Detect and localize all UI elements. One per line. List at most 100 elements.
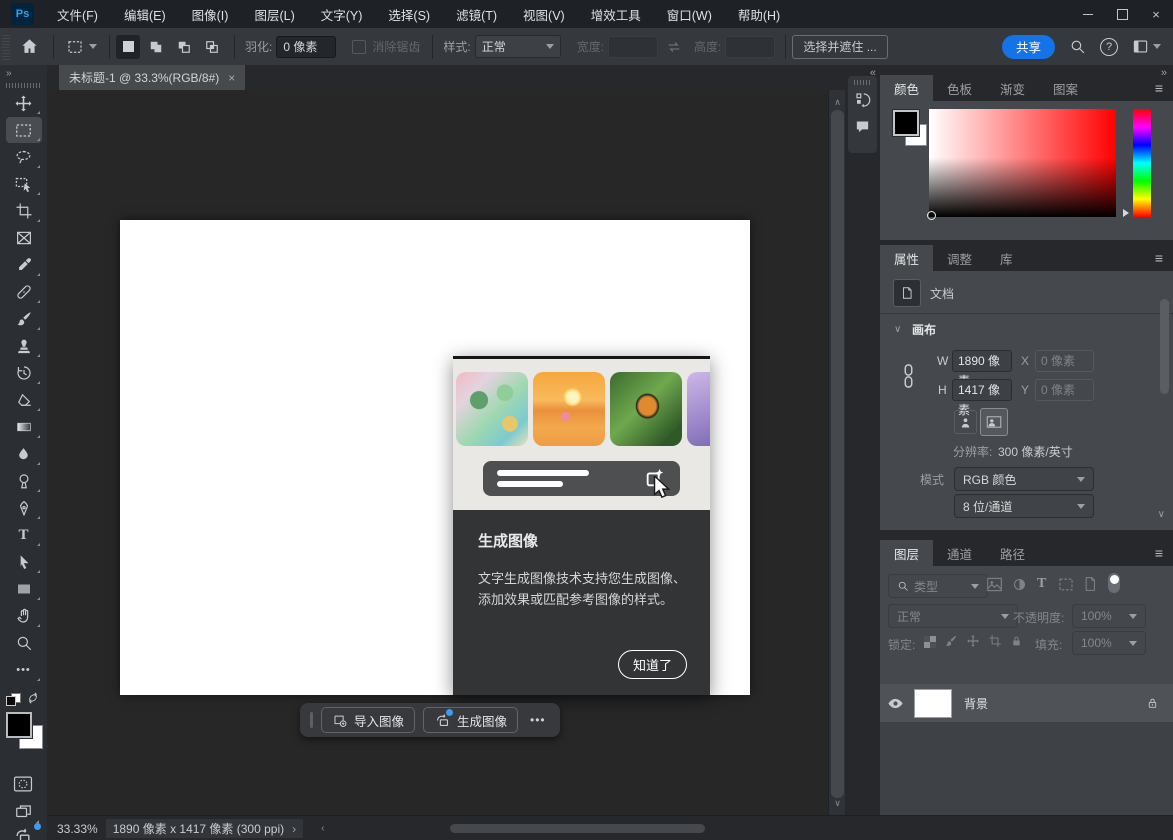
lock-all-icon[interactable]	[1010, 634, 1023, 648]
generate-image-button[interactable]: 生成图像	[423, 707, 518, 733]
lock-artboard-icon[interactable]	[988, 634, 1002, 648]
vertical-scrollbar[interactable]: ∧ ∨	[828, 90, 846, 815]
tab-properties[interactable]: 属性	[880, 245, 933, 271]
search-icon[interactable]	[1069, 38, 1086, 55]
foreground-color-swatch[interactable]	[6, 712, 32, 738]
tab-close-icon[interactable]: ×	[228, 71, 235, 85]
swap-dimensions-icon[interactable]	[666, 40, 682, 54]
layers-panel-menu-icon[interactable]: ≡	[1155, 545, 1163, 561]
link-dimensions-icon[interactable]	[902, 363, 915, 389]
tab-swatches[interactable]: 色板	[933, 75, 986, 101]
brush-tool[interactable]	[6, 306, 42, 332]
rectangle-tool[interactable]	[6, 576, 42, 602]
menu-window[interactable]: 窗口(W)	[654, 5, 725, 24]
gradient-tool[interactable]	[6, 414, 42, 440]
color-mode-select[interactable]: RGB 颜色	[954, 467, 1094, 491]
foreground-background-colors[interactable]	[6, 712, 44, 750]
menu-plugins[interactable]: 增效工具	[578, 5, 654, 24]
filter-toggle-icon[interactable]	[1108, 573, 1120, 593]
crop-tool[interactable]	[6, 198, 42, 224]
blur-tool[interactable]	[6, 441, 42, 467]
tab-layers[interactable]: 图层	[880, 540, 933, 566]
object-selection-tool[interactable]	[6, 171, 42, 197]
edit-toolbar-icon[interactable]: •••	[6, 657, 42, 683]
taskbar-more-icon[interactable]: •••	[526, 713, 550, 727]
feather-input[interactable]: 0 像素	[276, 36, 336, 58]
canvas-x-input[interactable]: 0 像素	[1035, 350, 1094, 372]
select-and-mask-button[interactable]: 选择并遮住 ...	[792, 35, 887, 59]
clone-stamp-tool[interactable]	[6, 333, 42, 359]
quick-mask-icon[interactable]	[5, 771, 41, 797]
document-tab[interactable]: 未标题-1 @ 33.3%(RGB/8#) ×	[59, 65, 245, 90]
spot-healing-brush-tool[interactable]	[6, 279, 42, 305]
layer-visibility-eye-icon[interactable]	[880, 697, 910, 710]
frame-tool[interactable]	[6, 225, 42, 251]
tab-gradients[interactable]: 渐变	[986, 75, 1039, 101]
layer-row-background[interactable]: 背景	[880, 684, 1173, 722]
canvas-area[interactable]: 生成图像 文字生成图像技术支持您生成图像、添加效果或匹配参考图像的样式。 知道了…	[47, 90, 828, 815]
layer-lock-icon[interactable]	[1146, 696, 1159, 710]
menu-edit[interactable]: 编辑(E)	[111, 5, 179, 24]
history-panel-icon[interactable]	[848, 87, 877, 113]
comments-panel-icon[interactable]	[848, 113, 877, 139]
tab-channels[interactable]: 通道	[933, 540, 986, 566]
tab-libraries[interactable]: 库	[986, 245, 1027, 271]
menu-filter[interactable]: 滤镜(T)	[443, 5, 510, 24]
layer-thumbnail[interactable]	[914, 689, 952, 718]
canvas-section-chevron-icon[interactable]: ∨	[894, 324, 901, 335]
options-grip[interactable]	[2, 34, 10, 60]
filter-type-layers-icon[interactable]: T	[1037, 576, 1046, 592]
toolbar-grip[interactable]	[6, 83, 41, 88]
close-button[interactable]: ×	[1139, 1, 1173, 27]
antialias-checkbox[interactable]	[352, 40, 366, 54]
move-tool[interactable]	[6, 90, 42, 116]
tab-patterns[interactable]: 图案	[1039, 75, 1092, 101]
menu-layer[interactable]: 图层(L)	[241, 5, 307, 24]
rectangular-marquee-tool[interactable]	[6, 117, 42, 143]
canvas-width-input[interactable]: 1890 像素	[952, 350, 1012, 372]
coachmark-ok-button[interactable]: 知道了	[618, 650, 687, 679]
hand-tool[interactable]	[6, 603, 42, 629]
canvas-y-input[interactable]: 0 像素	[1035, 379, 1094, 401]
vertical-scroll-thumb[interactable]	[831, 110, 844, 798]
path-selection-tool[interactable]	[6, 549, 42, 575]
fill-select[interactable]: 100%	[1072, 631, 1146, 655]
import-image-button[interactable]: 导入图像	[321, 707, 415, 733]
new-selection-mode-icon[interactable]	[116, 35, 140, 59]
dodge-tool[interactable]	[6, 468, 42, 494]
document-info-chevron-icon[interactable]: ›	[292, 822, 296, 836]
color-panel-menu-icon[interactable]: ≡	[1155, 80, 1163, 96]
screen-mode-icon[interactable]	[5, 799, 41, 825]
properties-panel-menu-icon[interactable]: ≡	[1155, 250, 1163, 266]
tab-paths[interactable]: 路径	[986, 540, 1039, 566]
lock-pixels-icon[interactable]	[944, 634, 958, 648]
hue-strip[interactable]	[1133, 109, 1151, 217]
dock-grip[interactable]	[854, 80, 871, 85]
eyedropper-tool[interactable]	[6, 252, 42, 278]
help-icon[interactable]: ?	[1100, 38, 1118, 56]
share-button[interactable]: 共享	[1002, 35, 1055, 59]
width-input[interactable]	[608, 36, 658, 58]
zoom-level[interactable]: 33.33%	[57, 822, 98, 836]
tab-adjustments[interactable]: 调整	[933, 245, 986, 271]
document-properties-icon[interactable]	[893, 279, 921, 307]
filter-pixel-layers-icon[interactable]	[986, 577, 1003, 592]
pen-tool[interactable]	[6, 495, 42, 521]
history-brush-tool[interactable]	[6, 360, 42, 386]
scroll-down-icon[interactable]: ∨	[829, 798, 846, 809]
menu-image[interactable]: 图像(I)	[179, 5, 242, 24]
layer-name[interactable]: 背景	[964, 695, 988, 712]
color-field-marker[interactable]	[927, 211, 936, 220]
expand-toolbar-icon[interactable]: »	[0, 65, 47, 79]
maximize-button[interactable]	[1105, 1, 1139, 27]
menu-file[interactable]: 文件(F)	[44, 5, 111, 24]
panel-color-swatches[interactable]	[893, 110, 933, 150]
type-tool[interactable]: T	[6, 522, 42, 548]
tool-preset-picker[interactable]	[60, 38, 103, 56]
taskbar-grip[interactable]	[310, 712, 313, 728]
eraser-tool[interactable]	[6, 387, 42, 413]
document-info[interactable]: 1890 像素 x 1417 像素 (300 ppi) ›	[106, 819, 303, 838]
properties-scroll-down-icon[interactable]: ∨	[1158, 509, 1165, 520]
lock-position-icon[interactable]	[966, 634, 980, 648]
workspace-switcher-icon[interactable]	[1132, 39, 1161, 54]
